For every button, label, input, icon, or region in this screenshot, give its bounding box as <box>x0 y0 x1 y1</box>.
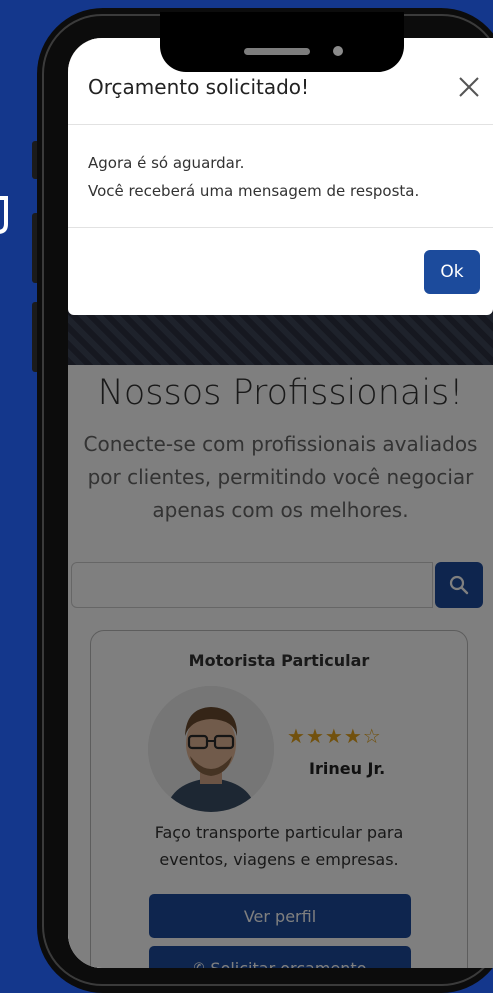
close-icon <box>459 77 479 97</box>
ok-button[interactable]: Ok <box>424 250 480 294</box>
ok-button-label: Ok <box>440 262 464 282</box>
modal-body: Agora é só aguardar. Você receberá uma m… <box>88 149 419 205</box>
quote-requested-modal: Orçamento solicitado! Agora é só aguarda… <box>68 38 493 315</box>
partial-text-glyph <box>0 196 8 234</box>
phone-speaker <box>244 48 310 55</box>
phone-notch <box>160 12 404 72</box>
modal-footer-divider <box>68 227 493 228</box>
phone-screen: Nossos Profissionais! Conecte-se com pro… <box>68 38 493 968</box>
modal-title: Orçamento solicitado! <box>88 75 310 99</box>
phone-camera <box>333 46 343 56</box>
modal-header-divider <box>68 124 493 125</box>
close-button[interactable] <box>454 72 484 102</box>
modal-body-line: Agora é só aguardar. <box>88 154 245 172</box>
modal-body-line: Você receberá uma mensagem de resposta. <box>88 182 420 200</box>
